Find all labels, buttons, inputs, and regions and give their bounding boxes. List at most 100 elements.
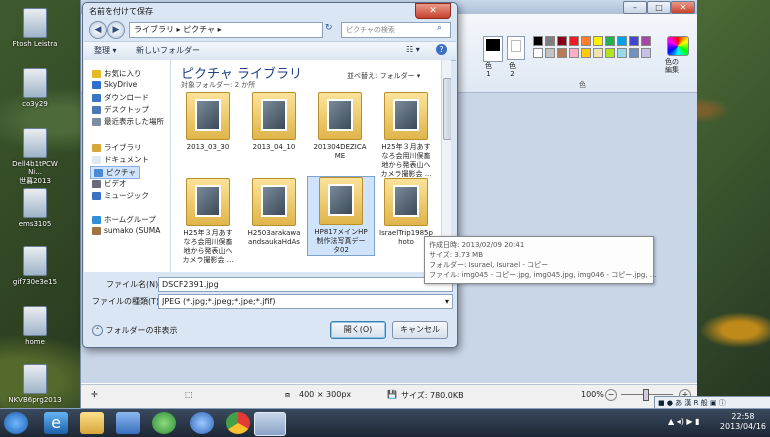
scrollbar-thumb[interactable]: [443, 78, 451, 140]
desktop-icon-item[interactable]: home: [6, 306, 64, 346]
folder-icon: [318, 92, 362, 140]
dialog-close-button[interactable]: ✕: [415, 3, 451, 19]
system-tray-icons[interactable]: ▲ ◂) ▶ ▮: [668, 417, 699, 426]
desktop-icon-item[interactable]: ems3105: [6, 188, 64, 228]
nav-item[interactable]: ライブラリ: [92, 142, 142, 153]
internet-explorer-icon[interactable]: e: [44, 412, 68, 434]
palette-swatch[interactable]: [605, 36, 615, 46]
search-input[interactable]: ピクチャの検索: [341, 22, 451, 38]
nav-item[interactable]: SkyDrive: [92, 80, 137, 89]
palette-swatch[interactable]: [557, 36, 567, 46]
app-blue-icon[interactable]: [190, 412, 214, 434]
search-icon[interactable]: ⌕: [437, 23, 442, 33]
back-arrow-icon[interactable]: ◀: [89, 21, 107, 39]
folder-tile[interactable]: H25年３月あす なろ会用川俣畜 地から発表山へ カメラ撮影会 ...: [175, 178, 241, 265]
refresh-icon[interactable]: ↻: [325, 23, 333, 33]
palette-swatch[interactable]: [605, 48, 615, 58]
taskbar-clock[interactable]: 22:58 2013/04/16: [720, 412, 766, 432]
sort-dropdown[interactable]: 並べ替え: フォルダー ▾: [347, 71, 420, 81]
save-button[interactable]: 開く(O): [330, 321, 386, 339]
desktop-icon-item[interactable]: NKVB6prg2013: [6, 364, 64, 404]
cancel-button[interactable]: キャンセル: [392, 321, 448, 339]
library-subtitle[interactable]: 対象フォルダー: 2 か所: [181, 80, 255, 90]
palette-swatch[interactable]: [641, 36, 651, 46]
folder-icon: [186, 92, 230, 140]
folder-icon: [186, 178, 230, 226]
desktop-icon-item[interactable]: co3y29: [6, 68, 64, 108]
palette-swatch[interactable]: [629, 36, 639, 46]
zoom-slider-handle[interactable]: [643, 389, 649, 401]
folder-tile[interactable]: HP817メインHP 制作法写真デー タ02: [307, 176, 375, 256]
folder-tile[interactable]: 201304DEZICA ME: [307, 92, 373, 161]
folder-tile-label: H25年３月あす なろ会用川俣畜 地から発表山へ カメラ撮影会 ...: [182, 229, 234, 264]
color1-button[interactable]: [483, 36, 503, 62]
palette-swatch[interactable]: [569, 48, 579, 58]
address-bar: ◀ ▶ ライブラリ ▸ ピクチャ ▸ ↻ ピクチャの検索 ⌕: [89, 21, 451, 39]
palette-swatch[interactable]: [581, 48, 591, 58]
palette-swatch[interactable]: [581, 36, 591, 46]
save-dialog: 名前を付けて保存 ✕ ◀ ▶ ライブラリ ▸ ピクチャ ▸ ↻ ピクチャの検索 …: [82, 2, 458, 348]
breadcrumb[interactable]: ライブラリ ▸ ピクチャ ▸: [129, 22, 323, 38]
filetype-select[interactable]: JPEG (*.jpg;*.jpeg;*.jpe;*.jfif) ▾: [158, 294, 453, 309]
palette-swatch[interactable]: [617, 48, 627, 58]
maximize-button[interactable]: □: [647, 1, 671, 14]
nav-item-label: 最近表示した場所: [104, 117, 164, 126]
folder-tile[interactable]: H2503arakawa andsaukaHdAs: [241, 178, 307, 247]
chrome-icon[interactable]: [226, 412, 250, 434]
nav-item[interactable]: ホームグループ: [92, 214, 156, 225]
nav-item[interactable]: デスクトップ: [92, 104, 149, 115]
file-icon: [23, 128, 47, 158]
explorer-folder-icon[interactable]: [80, 412, 104, 434]
zoom-out-button[interactable]: −: [605, 389, 617, 401]
palette-swatch[interactable]: [545, 48, 555, 58]
nav-item[interactable]: ビデオ: [92, 178, 127, 189]
palette-swatch[interactable]: [569, 36, 579, 46]
palette-swatch[interactable]: [533, 48, 543, 58]
desktop-icon-item[interactable]: gif730e3e15: [6, 246, 64, 286]
file-icon: [23, 8, 47, 38]
palette-swatch[interactable]: [593, 36, 603, 46]
desktop-icon-item[interactable]: Ftosh Leistra: [6, 8, 64, 48]
nav-item[interactable]: ダウンロード: [92, 92, 149, 103]
palette-swatch[interactable]: [641, 48, 651, 58]
file-list: ピクチャ ライブラリ 対象フォルダー: 2 か所 並べ替え: フォルダー ▾ 2…: [171, 60, 451, 272]
new-folder-button[interactable]: 新しいフォルダー: [136, 45, 200, 56]
app-green-icon[interactable]: [152, 412, 176, 434]
clock-date: 2013/04/16: [719, 422, 766, 431]
view-options-icon[interactable]: ☷ ▾: [406, 45, 420, 54]
forward-arrow-icon[interactable]: ▶: [107, 21, 125, 39]
desktop-icon-item[interactable]: Dell4b1tPCW Ni... 世暮2013: [6, 128, 64, 186]
chevron-up-icon: ⌃: [92, 325, 103, 336]
palette-swatch[interactable]: [545, 36, 555, 46]
palette-swatch[interactable]: [557, 48, 567, 58]
nav-item[interactable]: 最近表示した場所: [92, 116, 164, 127]
media-player-icon[interactable]: [116, 412, 140, 434]
minimize-button[interactable]: –: [623, 1, 647, 14]
color1-label: 色 1: [485, 62, 492, 78]
color2-button[interactable]: [507, 36, 525, 60]
nav-item[interactable]: お気に入り: [92, 68, 142, 79]
paint-taskbar-icon[interactable]: [254, 412, 286, 436]
palette-swatch[interactable]: [593, 48, 603, 58]
file-icon: [23, 306, 47, 336]
palette-swatch[interactable]: [629, 48, 639, 58]
hide-folders-toggle[interactable]: ⌃ フォルダーの非表示: [92, 325, 178, 336]
close-button[interactable]: ✕: [671, 1, 695, 14]
folder-tile[interactable]: 2013_04_10: [241, 92, 307, 152]
desktop-icon-label: Ftosh Leistra: [12, 40, 58, 48]
nav-item[interactable]: sumako (SUMA: [92, 226, 160, 235]
color2-label: 色 2: [509, 62, 516, 78]
folder-tile[interactable]: H25年３月あす なろ会用川俣畜 地から発表山へ カメラ撮影会 ...: [373, 92, 439, 179]
organize-button[interactable]: 整理 ▾: [94, 45, 117, 56]
nav-item[interactable]: ドキュメント: [92, 154, 149, 165]
selection-icon: ⬚: [185, 390, 193, 399]
help-icon[interactable]: ?: [436, 44, 447, 55]
palette-swatch[interactable]: [617, 36, 627, 46]
folder-tile[interactable]: 2013_03_30: [175, 92, 241, 152]
edit-colors-icon[interactable]: [667, 36, 689, 56]
palette-swatch[interactable]: [533, 36, 543, 46]
start-button-icon[interactable]: [4, 412, 28, 434]
nav-item[interactable]: ミュージック: [92, 190, 149, 201]
folder-tile-label: H25年３月あす なろ会用川俣畜 地から発表山へ カメラ撮影会 ...: [380, 143, 432, 178]
filename-input[interactable]: DSCF2391.jpg: [158, 277, 453, 292]
